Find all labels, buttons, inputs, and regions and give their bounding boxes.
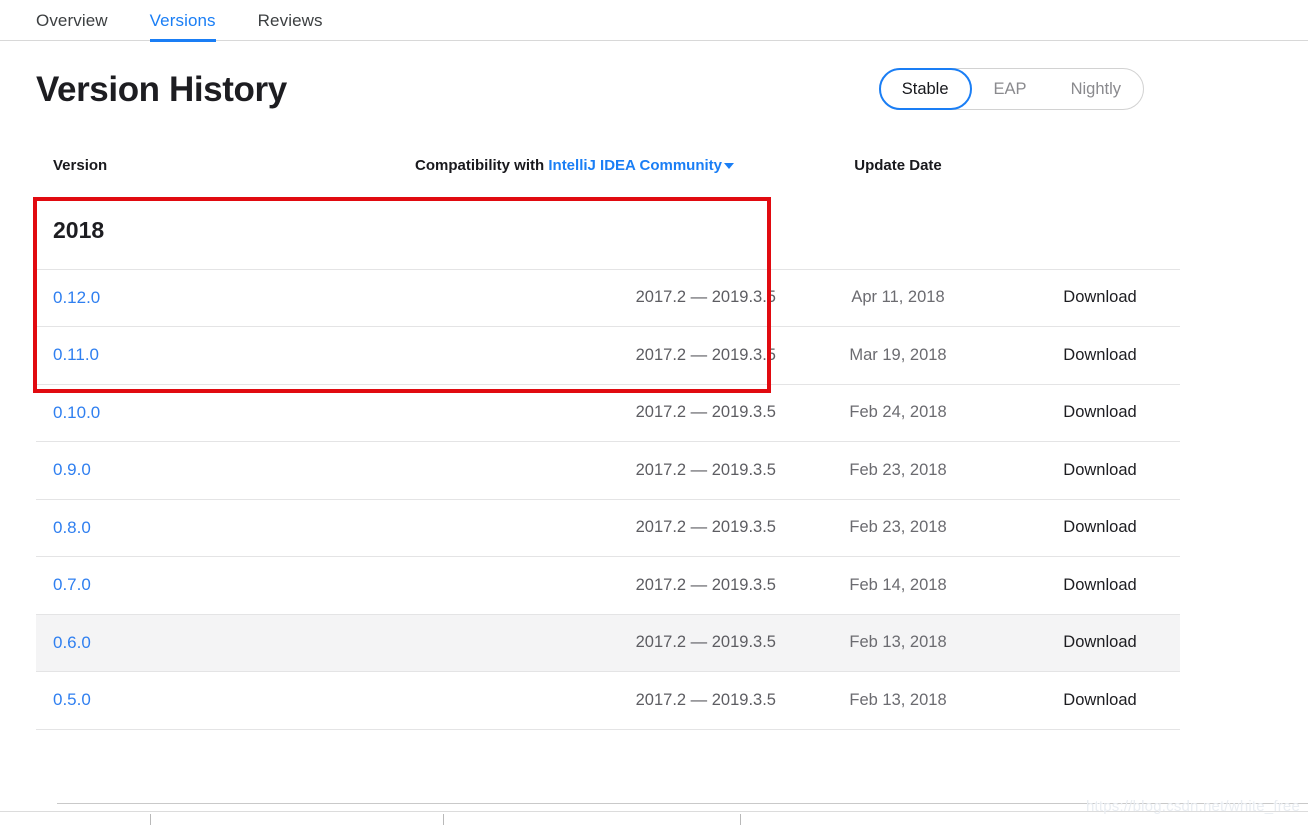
version-link[interactable]: 0.10.0	[36, 403, 100, 422]
date-cell: Apr 11, 2018	[776, 269, 1020, 327]
versions-table: Version Compatibility with IntelliJ IDEA…	[36, 137, 1180, 730]
header-compatibility-prefix: Compatibility with	[415, 156, 545, 174]
version-cell: 0.10.0	[36, 384, 336, 442]
tab-reviews[interactable]: Reviews	[258, 0, 323, 41]
date-cell: Feb 24, 2018	[776, 384, 1020, 442]
compatibility-cell: 2017.2 — 2019.3.5	[336, 499, 776, 557]
tab-versions[interactable]: Versions	[149, 0, 216, 42]
header-download	[1020, 137, 1180, 193]
compatibility-cell: 2017.2 — 2019.3.5	[336, 384, 776, 442]
tab-reviews-label: Reviews	[257, 10, 323, 30]
year-group-spacer-compat	[336, 193, 776, 270]
date-cell: Feb 13, 2018	[776, 671, 1020, 730]
date-cell: Feb 14, 2018	[776, 556, 1020, 615]
table-row[interactable]: 0.11.0 2017.2 — 2019.3.5 Mar 19, 2018 Do…	[36, 326, 1180, 385]
year-group-label: 2018	[53, 217, 105, 244]
year-group-spacer-dl	[1020, 193, 1180, 270]
download-link[interactable]: Download	[1020, 499, 1180, 557]
header-version: Version	[53, 156, 108, 174]
version-cell: 0.7.0	[36, 556, 336, 615]
versions-table-head: Version Compatibility with IntelliJ IDEA…	[36, 137, 1180, 193]
header-update-date: Update Date	[854, 156, 942, 174]
date-cell: Feb 23, 2018	[776, 441, 1020, 500]
version-cell: 0.12.0	[36, 269, 336, 327]
compatibility-cell: 2017.2 — 2019.3.5	[336, 269, 776, 327]
download-link[interactable]: Download	[1020, 556, 1180, 615]
channel-option-eap[interactable]: EAP	[972, 68, 1049, 110]
table-row[interactable]: 0.8.0 2017.2 — 2019.3.5 Feb 23, 2018 Dow…	[36, 499, 1180, 557]
version-link[interactable]: 0.11.0	[36, 345, 99, 364]
version-link[interactable]: 0.9.0	[36, 460, 91, 479]
table-row[interactable]: 0.12.0 2017.2 — 2019.3.5 Apr 11, 2018 Do…	[36, 269, 1180, 327]
channel-option-nightly[interactable]: Nightly	[1049, 68, 1143, 110]
date-cell: Mar 19, 2018	[776, 326, 1020, 385]
footer-tick-mark	[443, 814, 444, 825]
tab-overview[interactable]: Overview	[36, 0, 108, 41]
channel-toggle-group[interactable]: Stable EAP Nightly	[878, 68, 1144, 110]
channel-option-stable-label: Stable	[901, 79, 949, 98]
channel-option-eap-label: EAP	[993, 79, 1027, 98]
version-cell: 0.5.0	[36, 671, 336, 730]
watermark-text: https://blog.csdn.net/white_free	[1085, 798, 1300, 815]
compatibility-cell: 2017.2 — 2019.3.5	[336, 326, 776, 385]
download-link[interactable]: Download	[1020, 384, 1180, 442]
versions-table-body: 2018 0.12.0 2017.2 — 2019.3.5 Apr 11, 20…	[36, 193, 1180, 730]
version-link[interactable]: 0.6.0	[36, 633, 91, 652]
version-link[interactable]: 0.7.0	[36, 575, 91, 594]
compatibility-cell: 2017.2 — 2019.3.5	[336, 671, 776, 730]
download-link[interactable]: Download	[1020, 326, 1180, 385]
year-group-cell: 2018	[36, 193, 336, 270]
table-row[interactable]: 0.9.0 2017.2 — 2019.3.5 Feb 23, 2018 Dow…	[36, 441, 1180, 500]
version-cell: 0.6.0	[36, 614, 336, 672]
table-row[interactable]: 0.5.0 2017.2 — 2019.3.5 Feb 13, 2018 Dow…	[36, 671, 1180, 730]
channel-option-stable[interactable]: Stable	[878, 68, 972, 110]
year-group-spacer-date	[776, 193, 1020, 270]
date-cell: Feb 13, 2018	[776, 614, 1020, 672]
version-cell: 0.11.0	[36, 326, 336, 385]
compatibility-cell: 2017.2 — 2019.3.5	[336, 614, 776, 672]
compatibility-product-label: IntelliJ IDEA Community	[548, 156, 722, 174]
version-cell: 0.8.0	[36, 499, 336, 557]
version-link[interactable]: 0.8.0	[36, 518, 91, 537]
primary-nav: Overview Versions Reviews	[0, 0, 1308, 42]
compatibility-cell: 2017.2 — 2019.3.5	[336, 556, 776, 615]
year-group-row: 2018	[36, 193, 1180, 270]
versions-table-container: Version Compatibility with IntelliJ IDEA…	[36, 137, 1272, 730]
download-link[interactable]: Download	[1020, 269, 1180, 327]
footer-tick-mark	[150, 814, 151, 825]
compatibility-product-selector[interactable]: IntelliJ IDEA Community	[548, 157, 734, 174]
version-link[interactable]: 0.5.0	[36, 690, 91, 709]
compatibility-cell: 2017.2 — 2019.3.5	[336, 441, 776, 500]
date-cell: Feb 23, 2018	[776, 499, 1020, 557]
chevron-down-icon	[724, 162, 734, 169]
page-title: Version History	[36, 69, 287, 109]
table-row[interactable]: 0.6.0 2017.2 — 2019.3.5 Feb 13, 2018 Dow…	[36, 614, 1180, 672]
version-cell: 0.9.0	[36, 441, 336, 500]
footer-tick-mark	[740, 814, 741, 825]
download-link[interactable]: Download	[1020, 671, 1180, 730]
tab-versions-label: Versions	[149, 10, 216, 30]
table-row[interactable]: 0.10.0 2017.2 — 2019.3.5 Feb 24, 2018 Do…	[36, 384, 1180, 442]
table-row[interactable]: 0.7.0 2017.2 — 2019.3.5 Feb 14, 2018 Dow…	[36, 556, 1180, 615]
version-link[interactable]: 0.12.0	[36, 288, 100, 307]
tab-overview-label: Overview	[36, 10, 108, 30]
download-link[interactable]: Download	[1020, 614, 1180, 672]
channel-option-nightly-label: Nightly	[1070, 79, 1121, 98]
download-link[interactable]: Download	[1020, 441, 1180, 500]
header-compatibility: Compatibility with IntelliJ IDEA Communi…	[336, 137, 776, 193]
page-header: Version History Stable EAP Nightly	[36, 41, 1272, 137]
table-header-row: Version Compatibility with IntelliJ IDEA…	[36, 137, 1180, 193]
